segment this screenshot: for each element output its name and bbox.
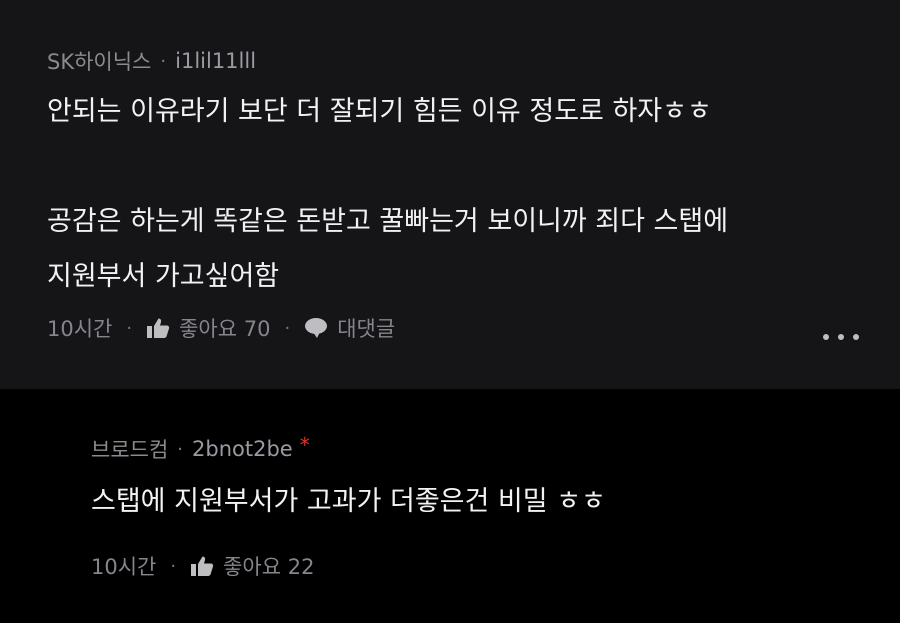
action-separator: · bbox=[126, 317, 133, 339]
speech-bubble-icon bbox=[304, 317, 328, 339]
comment-card: SK하이닉스 · i1lil11lll 안되는 이유라기 보단 더 잘되기 힘든… bbox=[0, 0, 900, 389]
like-count: 좋아요 22 bbox=[223, 555, 315, 579]
more-dot bbox=[823, 334, 829, 340]
comment-line: 안되는 이유라기 보단 더 잘되기 힘든 이유 정도로 하자ㅎㅎ bbox=[47, 96, 712, 127]
comment-line bbox=[47, 139, 728, 194]
author-id[interactable]: i1lil11lll bbox=[175, 49, 256, 73]
meta-separator: · bbox=[160, 50, 167, 72]
more-horizontal-icon[interactable] bbox=[823, 330, 859, 344]
more-dot bbox=[838, 334, 844, 340]
thumbs-up-icon bbox=[190, 555, 214, 577]
like-button[interactable]: 좋아요 70 bbox=[146, 313, 270, 343]
comment-time: 10시간 bbox=[47, 317, 113, 341]
reply-author-company[interactable]: 브로드컴 bbox=[91, 434, 168, 464]
author-company[interactable]: SK하이닉스 bbox=[47, 46, 151, 76]
reply-actions: 10시간 · 좋아요 22 bbox=[91, 551, 314, 581]
comment-actions: 10시간 · 좋아요 70 · 대댓글 bbox=[47, 313, 395, 343]
reply-time: 10시간 bbox=[91, 555, 157, 579]
reply-meta: 브로드컴 · 2bnot2be * bbox=[91, 433, 310, 464]
comment-line: 지원부서 가고싶어함 bbox=[47, 261, 280, 292]
author-badge: * bbox=[299, 433, 310, 457]
comment-line: 공감은 하는게 똑같은 돈받고 꿀빠는거 보이니까 죄다 스탭에 bbox=[47, 206, 729, 237]
reply-card: 브로드컴 · 2bnot2be * 스탭에 지원부서가 고과가 더좋은건 비밀 … bbox=[0, 389, 900, 623]
reply-line: 스탭에 지원부서가 고과가 더좋은건 비밀 ㅎㅎ bbox=[91, 486, 606, 517]
reply-author-id[interactable]: 2bnot2be bbox=[192, 437, 293, 461]
meta-separator: · bbox=[177, 438, 184, 460]
reply-label: 대댓글 bbox=[337, 317, 396, 341]
action-separator: · bbox=[170, 555, 177, 577]
like-count: 좋아요 70 bbox=[179, 317, 271, 341]
reply-button[interactable]: 대댓글 bbox=[304, 313, 395, 343]
reply-body: 스탭에 지원부서가 고과가 더좋은건 비밀 ㅎㅎ bbox=[91, 474, 606, 529]
comment-body: 안되는 이유라기 보단 더 잘되기 힘든 이유 정도로 하자ㅎㅎ 공감은 하는게… bbox=[47, 84, 728, 304]
more-dot bbox=[853, 334, 859, 340]
thumbs-up-icon bbox=[146, 317, 170, 339]
comment-meta: SK하이닉스 · i1lil11lll bbox=[47, 46, 256, 76]
like-button[interactable]: 좋아요 22 bbox=[190, 551, 314, 581]
action-separator: · bbox=[284, 317, 291, 339]
